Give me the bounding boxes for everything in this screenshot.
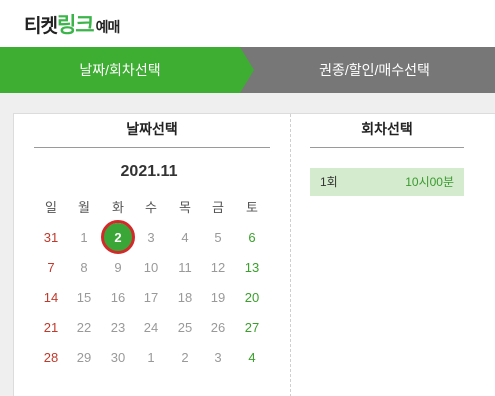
calendar-month: 2021.11 xyxy=(120,163,178,180)
session-number: 1회 xyxy=(320,175,338,189)
calendar-day: 3 xyxy=(214,350,222,365)
weekday-wed: 수 xyxy=(145,200,157,215)
step-bar: 날짜/회차선택 권종/할인/매수선택 xyxy=(0,47,495,93)
calendar-day: 11 xyxy=(178,260,192,275)
calendar-day: 16 xyxy=(110,290,126,305)
calendar-weekday-header: 일 월 화 수 목 금 토 xyxy=(34,193,269,223)
session-time: 10시00분 xyxy=(405,175,454,189)
step-arrow xyxy=(240,47,254,93)
date-section-title: 날짜선택 xyxy=(126,121,178,137)
calendar-week: 28 29 30 1 2 3 4 xyxy=(34,343,269,373)
calendar-day: 8 xyxy=(80,260,88,275)
calendar: 일 월 화 수 목 금 토 31 1 2 3 4 5 6 7 8 9 10 11… xyxy=(34,193,269,373)
date-title-underline xyxy=(34,147,270,148)
calendar-week: 7 8 9 10 11 12 13 xyxy=(34,253,269,283)
calendar-day: 24 xyxy=(143,320,159,335)
calendar-day: 19 xyxy=(210,290,226,305)
calendar-day: 17 xyxy=(143,290,159,305)
content-area: 날짜선택 2021.11 일 월 화 수 목 금 토 31 1 2 3 4 5 … xyxy=(0,93,495,396)
calendar-day: 28 xyxy=(43,350,59,365)
calendar-day: 26 xyxy=(210,320,226,335)
calendar-day: 31 xyxy=(43,230,59,245)
calendar-day: 3 xyxy=(147,230,155,245)
calendar-week: 21 22 23 24 25 26 27 xyxy=(34,313,269,343)
calendar-day: 9 xyxy=(114,260,122,275)
calendar-day: 20 xyxy=(244,290,260,305)
weekday-sun: 일 xyxy=(45,200,57,215)
logo-text-link: 링크 xyxy=(56,14,95,37)
calendar-day: 22 xyxy=(76,320,92,335)
calendar-week: 31 1 2 3 4 5 6 xyxy=(34,220,269,254)
step-date-session[interactable]: 날짜/회차선택 xyxy=(0,47,240,93)
weekday-tue: 화 xyxy=(112,200,124,215)
weekday-fri: 금 xyxy=(212,200,224,215)
calendar-day: 15 xyxy=(76,290,92,305)
calendar-day: 5 xyxy=(214,230,222,245)
calendar-day: 23 xyxy=(110,320,126,335)
calendar-day: 7 xyxy=(47,260,55,275)
section-divider xyxy=(290,114,291,396)
calendar-day: 21 xyxy=(43,320,59,335)
session-section-title: 회차선택 xyxy=(361,121,413,137)
calendar-day-selected[interactable]: 2 xyxy=(101,223,135,253)
calendar-day: 12 xyxy=(210,260,226,275)
calendar-day: 18 xyxy=(177,290,193,305)
step-ticket-type[interactable]: 권종/할인/매수선택 xyxy=(254,47,495,93)
weekday-mon: 월 xyxy=(78,200,90,215)
calendar-day: 14 xyxy=(43,290,59,305)
calendar-day: 13 xyxy=(244,260,260,275)
calendar-week: 14 15 16 17 18 19 20 xyxy=(34,283,269,313)
session-item[interactable]: 1회 10시00분 xyxy=(310,168,464,196)
calendar-day: 4 xyxy=(181,230,189,245)
header: 티켓 링크 예매 xyxy=(0,0,495,47)
calendar-day: 29 xyxy=(76,350,92,365)
calendar-day: 6 xyxy=(248,230,256,245)
logo-text-booking: 예매 xyxy=(95,19,121,35)
calendar-day: 10 xyxy=(143,260,159,275)
logo-text-ticket: 티켓 xyxy=(24,16,58,37)
selection-panel: 날짜선택 2021.11 일 월 화 수 목 금 토 31 1 2 3 4 5 … xyxy=(13,113,495,396)
weekday-sat: 토 xyxy=(246,200,258,215)
session-title-underline xyxy=(310,147,464,148)
calendar-day: 2 xyxy=(181,350,189,365)
step-date-session-label: 날짜/회차선택 xyxy=(79,62,161,78)
calendar-day: 30 xyxy=(110,350,126,365)
calendar-day: 1 xyxy=(147,350,155,365)
weekday-thu: 목 xyxy=(179,200,191,215)
calendar-day: 27 xyxy=(244,320,260,335)
calendar-day: 25 xyxy=(177,320,193,335)
logo[interactable]: 티켓 링크 예매 xyxy=(24,9,121,37)
calendar-day: 1 xyxy=(80,230,88,245)
calendar-day: 4 xyxy=(248,350,256,365)
